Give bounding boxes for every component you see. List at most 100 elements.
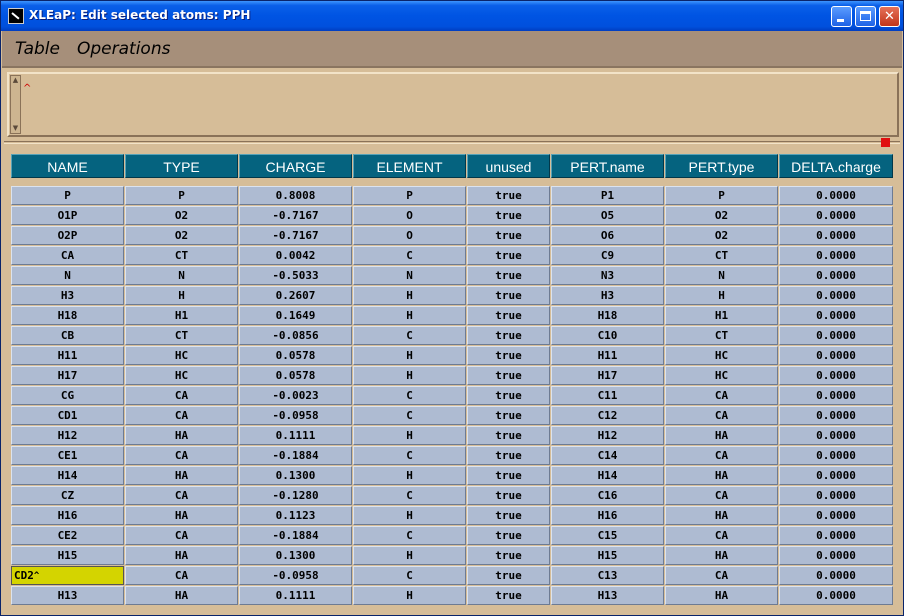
- table-cell[interactable]: H: [125, 286, 238, 305]
- table-cell[interactable]: P: [125, 186, 238, 205]
- table-cell[interactable]: CB: [11, 326, 124, 345]
- table-cell[interactable]: H: [353, 586, 466, 605]
- table-cell[interactable]: C: [353, 246, 466, 265]
- table-cell[interactable]: H18: [11, 306, 124, 325]
- table-cell[interactable]: C12: [551, 406, 664, 425]
- table-cell[interactable]: H16: [11, 506, 124, 525]
- table-cell[interactable]: O6: [551, 226, 664, 245]
- table-cell[interactable]: O2P: [11, 226, 124, 245]
- table-cell[interactable]: -0.7167: [239, 206, 352, 225]
- table-cell[interactable]: C: [353, 526, 466, 545]
- table-cell[interactable]: true: [467, 386, 550, 405]
- table-cell[interactable]: H15: [11, 546, 124, 565]
- table-cell[interactable]: 0.0000: [779, 366, 893, 385]
- table-cell[interactable]: 0.1649: [239, 306, 352, 325]
- table-cell[interactable]: 0.1111: [239, 426, 352, 445]
- table-cell[interactable]: 0.0000: [779, 546, 893, 565]
- table-cell[interactable]: O5: [551, 206, 664, 225]
- table-cell[interactable]: CA: [125, 446, 238, 465]
- table-cell[interactable]: true: [467, 186, 550, 205]
- table-cell[interactable]: -0.1280: [239, 486, 352, 505]
- table-cell[interactable]: CT: [125, 326, 238, 345]
- table-cell[interactable]: CA: [125, 486, 238, 505]
- table-cell[interactable]: HC: [665, 346, 778, 365]
- table-cell[interactable]: HA: [665, 586, 778, 605]
- table-cell[interactable]: CT: [665, 246, 778, 265]
- table-cell[interactable]: CA: [125, 386, 238, 405]
- table-cell[interactable]: true: [467, 266, 550, 285]
- table-cell[interactable]: H: [353, 346, 466, 365]
- table-cell[interactable]: CA: [665, 486, 778, 505]
- table-cell[interactable]: H12: [11, 426, 124, 445]
- table-cell[interactable]: -0.5033: [239, 266, 352, 285]
- table-cell[interactable]: CT: [125, 246, 238, 265]
- table-cell[interactable]: 0.1111: [239, 586, 352, 605]
- table-cell[interactable]: 0.1300: [239, 466, 352, 485]
- table-cell[interactable]: N3: [551, 266, 664, 285]
- table-cell[interactable]: true: [467, 246, 550, 265]
- table-cell[interactable]: H: [665, 286, 778, 305]
- table-cell[interactable]: true: [467, 346, 550, 365]
- column-header-name[interactable]: NAME: [11, 154, 124, 178]
- table-cell[interactable]: HA: [665, 546, 778, 565]
- table-cell[interactable]: true: [467, 306, 550, 325]
- table-cell[interactable]: H11: [551, 346, 664, 365]
- table-cell[interactable]: O2: [665, 226, 778, 245]
- table-cell[interactable]: HA: [125, 546, 238, 565]
- table-cell[interactable]: 0.2607: [239, 286, 352, 305]
- table-cell[interactable]: true: [467, 426, 550, 445]
- table-cell[interactable]: H18: [551, 306, 664, 325]
- table-cell[interactable]: 0.0000: [779, 446, 893, 465]
- table-cell[interactable]: H1: [125, 306, 238, 325]
- table-cell[interactable]: H15: [551, 546, 664, 565]
- table-cell[interactable]: CZ: [11, 486, 124, 505]
- table-cell[interactable]: N: [353, 266, 466, 285]
- table-cell[interactable]: H17: [11, 366, 124, 385]
- table-cell[interactable]: -0.0856: [239, 326, 352, 345]
- table-cell[interactable]: true: [467, 486, 550, 505]
- table-cell[interactable]: true: [467, 206, 550, 225]
- table-cell[interactable]: H13: [11, 586, 124, 605]
- table-cell[interactable]: CT: [665, 326, 778, 345]
- table-cell[interactable]: C13: [551, 566, 664, 585]
- table-cell[interactable]: 0.0000: [779, 566, 893, 585]
- table-cell[interactable]: 0.0000: [779, 286, 893, 305]
- table-cell[interactable]: C: [353, 326, 466, 345]
- table-cell[interactable]: 0.0000: [779, 226, 893, 245]
- table-cell[interactable]: H: [353, 366, 466, 385]
- table-cell[interactable]: CA: [665, 446, 778, 465]
- table-cell[interactable]: H: [353, 546, 466, 565]
- table-cell[interactable]: 0.0578: [239, 346, 352, 365]
- table-cell[interactable]: H: [353, 426, 466, 445]
- table-cell[interactable]: 0.0000: [779, 326, 893, 345]
- table-cell[interactable]: H14: [11, 466, 124, 485]
- table-cell[interactable]: 0.0000: [779, 206, 893, 225]
- table-cell[interactable]: H: [353, 286, 466, 305]
- table-cell[interactable]: CE1: [11, 446, 124, 465]
- table-cell[interactable]: true: [467, 406, 550, 425]
- table-cell[interactable]: true: [467, 446, 550, 465]
- table-cell[interactable]: true: [467, 366, 550, 385]
- table-cell[interactable]: HC: [125, 346, 238, 365]
- column-header-element[interactable]: ELEMENT: [353, 154, 466, 178]
- table-cell[interactable]: HA: [125, 426, 238, 445]
- table-cell[interactable]: 0.8008: [239, 186, 352, 205]
- table-cell[interactable]: H: [353, 306, 466, 325]
- table-cell[interactable]: P: [11, 186, 124, 205]
- table-cell[interactable]: true: [467, 466, 550, 485]
- table-cell[interactable]: true: [467, 546, 550, 565]
- table-cell[interactable]: -0.1884: [239, 526, 352, 545]
- close-button[interactable]: ✕: [879, 6, 900, 27]
- table-cell[interactable]: CE2: [11, 526, 124, 545]
- table-cell[interactable]: CA: [665, 386, 778, 405]
- table-cell[interactable]: CA: [665, 526, 778, 545]
- table-cell[interactable]: 0.0000: [779, 466, 893, 485]
- table-cell[interactable]: 0.0000: [779, 406, 893, 425]
- menu-operations[interactable]: Operations: [77, 39, 170, 59]
- table-cell[interactable]: O2: [125, 206, 238, 225]
- table-cell[interactable]: true: [467, 526, 550, 545]
- table-cell[interactable]: -0.1884: [239, 446, 352, 465]
- table-cell[interactable]: 0.0000: [779, 526, 893, 545]
- table-cell[interactable]: H3: [11, 286, 124, 305]
- column-header-unused[interactable]: unused: [467, 154, 550, 178]
